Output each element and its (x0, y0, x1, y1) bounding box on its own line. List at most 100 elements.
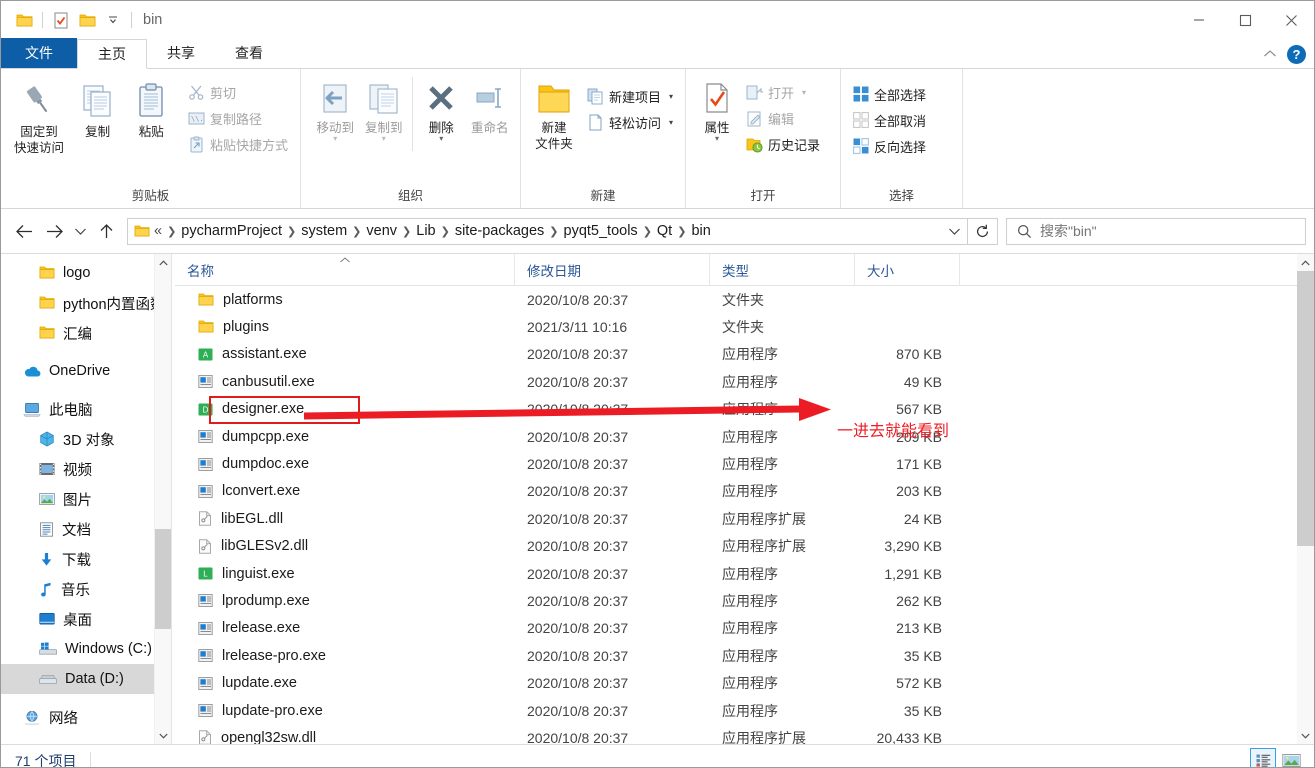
nav-scroll-track[interactable] (155, 271, 171, 727)
nav-item-downloads[interactable]: 下载 (1, 544, 171, 574)
breadcrumb[interactable]: « ❯ pycharmProject ❯ system ❯ venv ❯ Lib ❯ si… (127, 217, 968, 245)
list-scroll-up-icon[interactable] (1297, 254, 1314, 271)
table-row[interactable]: Aassistant.exe 2020/10/8 20:37 应用程序 870 … (175, 341, 1314, 368)
nav-item-desktop[interactable]: 桌面 (1, 604, 171, 634)
new-folder-button[interactable]: 新建 文件夹 (527, 77, 581, 152)
tab-view[interactable]: 查看 (215, 38, 283, 68)
dll-icon (198, 730, 212, 744)
properties-check-icon[interactable] (48, 7, 74, 33)
table-row[interactable]: lupdate.exe 2020/10/8 20:37 应用程序 572 KB (175, 669, 1314, 696)
paste-shortcut-button[interactable]: 粘贴快捷方式 (186, 131, 294, 157)
list-scroll-down-icon[interactable] (1297, 727, 1314, 744)
minimize-icon[interactable] (1176, 1, 1222, 39)
nav-item-onedrive[interactable]: OneDrive (1, 356, 171, 386)
breadcrumb-overflow[interactable]: « (154, 223, 162, 239)
nav-item-pictures[interactable]: 图片 (1, 484, 171, 514)
copy-to-button[interactable]: 复制到 ▾ (360, 77, 409, 143)
breadcrumb-item-1[interactable]: system (301, 223, 347, 239)
table-row[interactable]: platforms 2020/10/8 20:37 文件夹 (175, 286, 1314, 313)
table-row[interactable]: libEGL.dll 2020/10/8 20:37 应用程序扩展 24 KB (175, 505, 1314, 532)
edit-button[interactable]: 编辑 (744, 105, 826, 131)
maximize-icon[interactable] (1222, 1, 1268, 39)
list-scroll-track[interactable] (1297, 271, 1314, 727)
breadcrumb-item-5[interactable]: pyqt5_tools (564, 223, 638, 239)
nav-item-assembly[interactable]: 汇编 (1, 318, 171, 348)
tab-home[interactable]: 主页 (77, 39, 147, 69)
paste-button[interactable]: 粘贴 (124, 77, 178, 140)
file-list-scrollbar[interactable] (1297, 254, 1314, 744)
table-row[interactable]: libGLESv2.dll 2020/10/8 20:37 应用程序扩展 3,2… (175, 533, 1314, 560)
help-icon[interactable]: ? (1287, 44, 1306, 64)
breadcrumb-item-0[interactable]: pycharmProject (181, 223, 282, 239)
list-scroll-thumb[interactable] (1297, 271, 1314, 546)
easy-access-button[interactable]: 轻松访问 ▾ (585, 109, 679, 135)
tab-share[interactable]: 共享 (147, 38, 215, 68)
new-folder-icon[interactable] (74, 7, 100, 33)
table-row[interactable]: lprodump.exe 2020/10/8 20:37 应用程序 262 KB (175, 587, 1314, 614)
tab-file[interactable]: 文件 (1, 38, 77, 68)
nav-item-network[interactable]: 网络 (1, 702, 171, 732)
breadcrumb-item-4[interactable]: site-packages (455, 223, 544, 239)
nav-item-documents[interactable]: 文档 (1, 514, 171, 544)
open-button[interactable]: 打开 ▾ (744, 79, 826, 105)
copy-button[interactable]: 复制 (71, 77, 125, 140)
nav-item-music[interactable]: 音乐 (1, 574, 171, 604)
nav-item-windows-c[interactable]: Windows (C:) (1, 634, 171, 664)
column-header-date[interactable]: 修改日期 (515, 254, 710, 286)
nav-scroll-down-icon[interactable] (155, 727, 171, 744)
properties-button[interactable]: 属性 ▾ (692, 77, 742, 143)
select-none-button[interactable]: 全部取消 (851, 107, 932, 133)
table-row[interactable]: dumpcpp.exe 2020/10/8 20:37 应用程序 209 KB (175, 423, 1314, 450)
folder-icon[interactable] (11, 7, 37, 33)
column-header-type[interactable]: 类型 (710, 254, 855, 286)
pin-to-quick-access-button[interactable]: 固定到 快速访问 (7, 77, 71, 156)
breadcrumb-item-6[interactable]: Qt (657, 223, 672, 239)
nav-scrollbar[interactable] (154, 254, 171, 744)
details-view-button[interactable] (1250, 748, 1276, 767)
table-row[interactable]: lupdate-pro.exe 2020/10/8 20:37 应用程序 35 … (175, 697, 1314, 724)
table-row[interactable]: lconvert.exe 2020/10/8 20:37 应用程序 203 KB (175, 478, 1314, 505)
breadcrumb-dropdown-icon[interactable] (941, 227, 967, 236)
invert-selection-button[interactable]: 反向选择 (851, 133, 932, 159)
copy-path-button[interactable]: \\.. 复制路径 (186, 105, 294, 131)
column-header-name[interactable]: 名称 (175, 254, 515, 286)
up-arrow-icon[interactable] (91, 216, 121, 246)
table-row[interactable]: opengl32sw.dll 2020/10/8 20:37 应用程序扩展 20… (175, 724, 1314, 744)
recent-locations-icon[interactable] (69, 216, 91, 246)
breadcrumb-item-3[interactable]: Lib (416, 223, 435, 239)
table-row[interactable]: Ddesigner.exe 2020/10/8 20:37 应用程序 567 K… (175, 396, 1314, 423)
table-row[interactable]: lrelease.exe 2020/10/8 20:37 应用程序 213 KB (175, 615, 1314, 642)
forward-arrow-icon[interactable] (39, 216, 69, 246)
select-all-button[interactable]: 全部选择 (851, 81, 932, 107)
quick-access-dropdown-icon[interactable] (100, 7, 126, 33)
nav-item-data-d[interactable]: Data (D:) (1, 664, 171, 694)
nav-item-python-builtins[interactable]: python内置函数 (1, 288, 171, 318)
new-item-button[interactable]: 新建项目 ▾ (585, 83, 679, 109)
table-row[interactable]: canbusutil.exe 2020/10/8 20:37 应用程序 49 K… (175, 368, 1314, 395)
move-to-button[interactable]: 移动到 ▾ (311, 77, 360, 143)
table-row[interactable]: dumpdoc.exe 2020/10/8 20:37 应用程序 171 KB (175, 450, 1314, 477)
chevron-up-icon[interactable] (1263, 45, 1277, 63)
table-row[interactable]: lrelease-pro.exe 2020/10/8 20:37 应用程序 35… (175, 642, 1314, 669)
table-row[interactable]: plugins 2021/3/11 10:16 文件夹 (175, 313, 1314, 340)
cut-button[interactable]: 剪切 (186, 79, 294, 105)
nav-scroll-thumb[interactable] (155, 529, 171, 629)
nav-item-this-pc[interactable]: 此电脑 (1, 394, 171, 424)
breadcrumb-item-2[interactable]: venv (366, 223, 397, 239)
search-input[interactable]: 搜索"bin" (1006, 217, 1306, 245)
close-icon[interactable] (1268, 1, 1314, 39)
breadcrumb-item-7[interactable]: bin (691, 223, 710, 239)
back-arrow-icon[interactable] (9, 216, 39, 246)
refresh-icon[interactable] (968, 217, 998, 245)
history-button[interactable]: 历史记录 (744, 131, 826, 157)
main-area: logo python内置函数 汇编 OneDrive 此电脑 3D 对象 视频… (1, 253, 1314, 744)
nav-item-logo[interactable]: logo (1, 258, 171, 288)
nav-scroll-up-icon[interactable] (155, 254, 171, 271)
rename-button[interactable]: 重命名 (466, 77, 515, 136)
large-icons-view-button[interactable] (1278, 748, 1304, 767)
nav-item-videos[interactable]: 视频 (1, 454, 171, 484)
delete-button[interactable]: 删除 ▾ (417, 77, 466, 143)
table-row[interactable]: Llinguist.exe 2020/10/8 20:37 应用程序 1,291… (175, 560, 1314, 587)
column-header-size[interactable]: 大小 (855, 254, 960, 286)
nav-item-3d-objects[interactable]: 3D 对象 (1, 424, 171, 454)
